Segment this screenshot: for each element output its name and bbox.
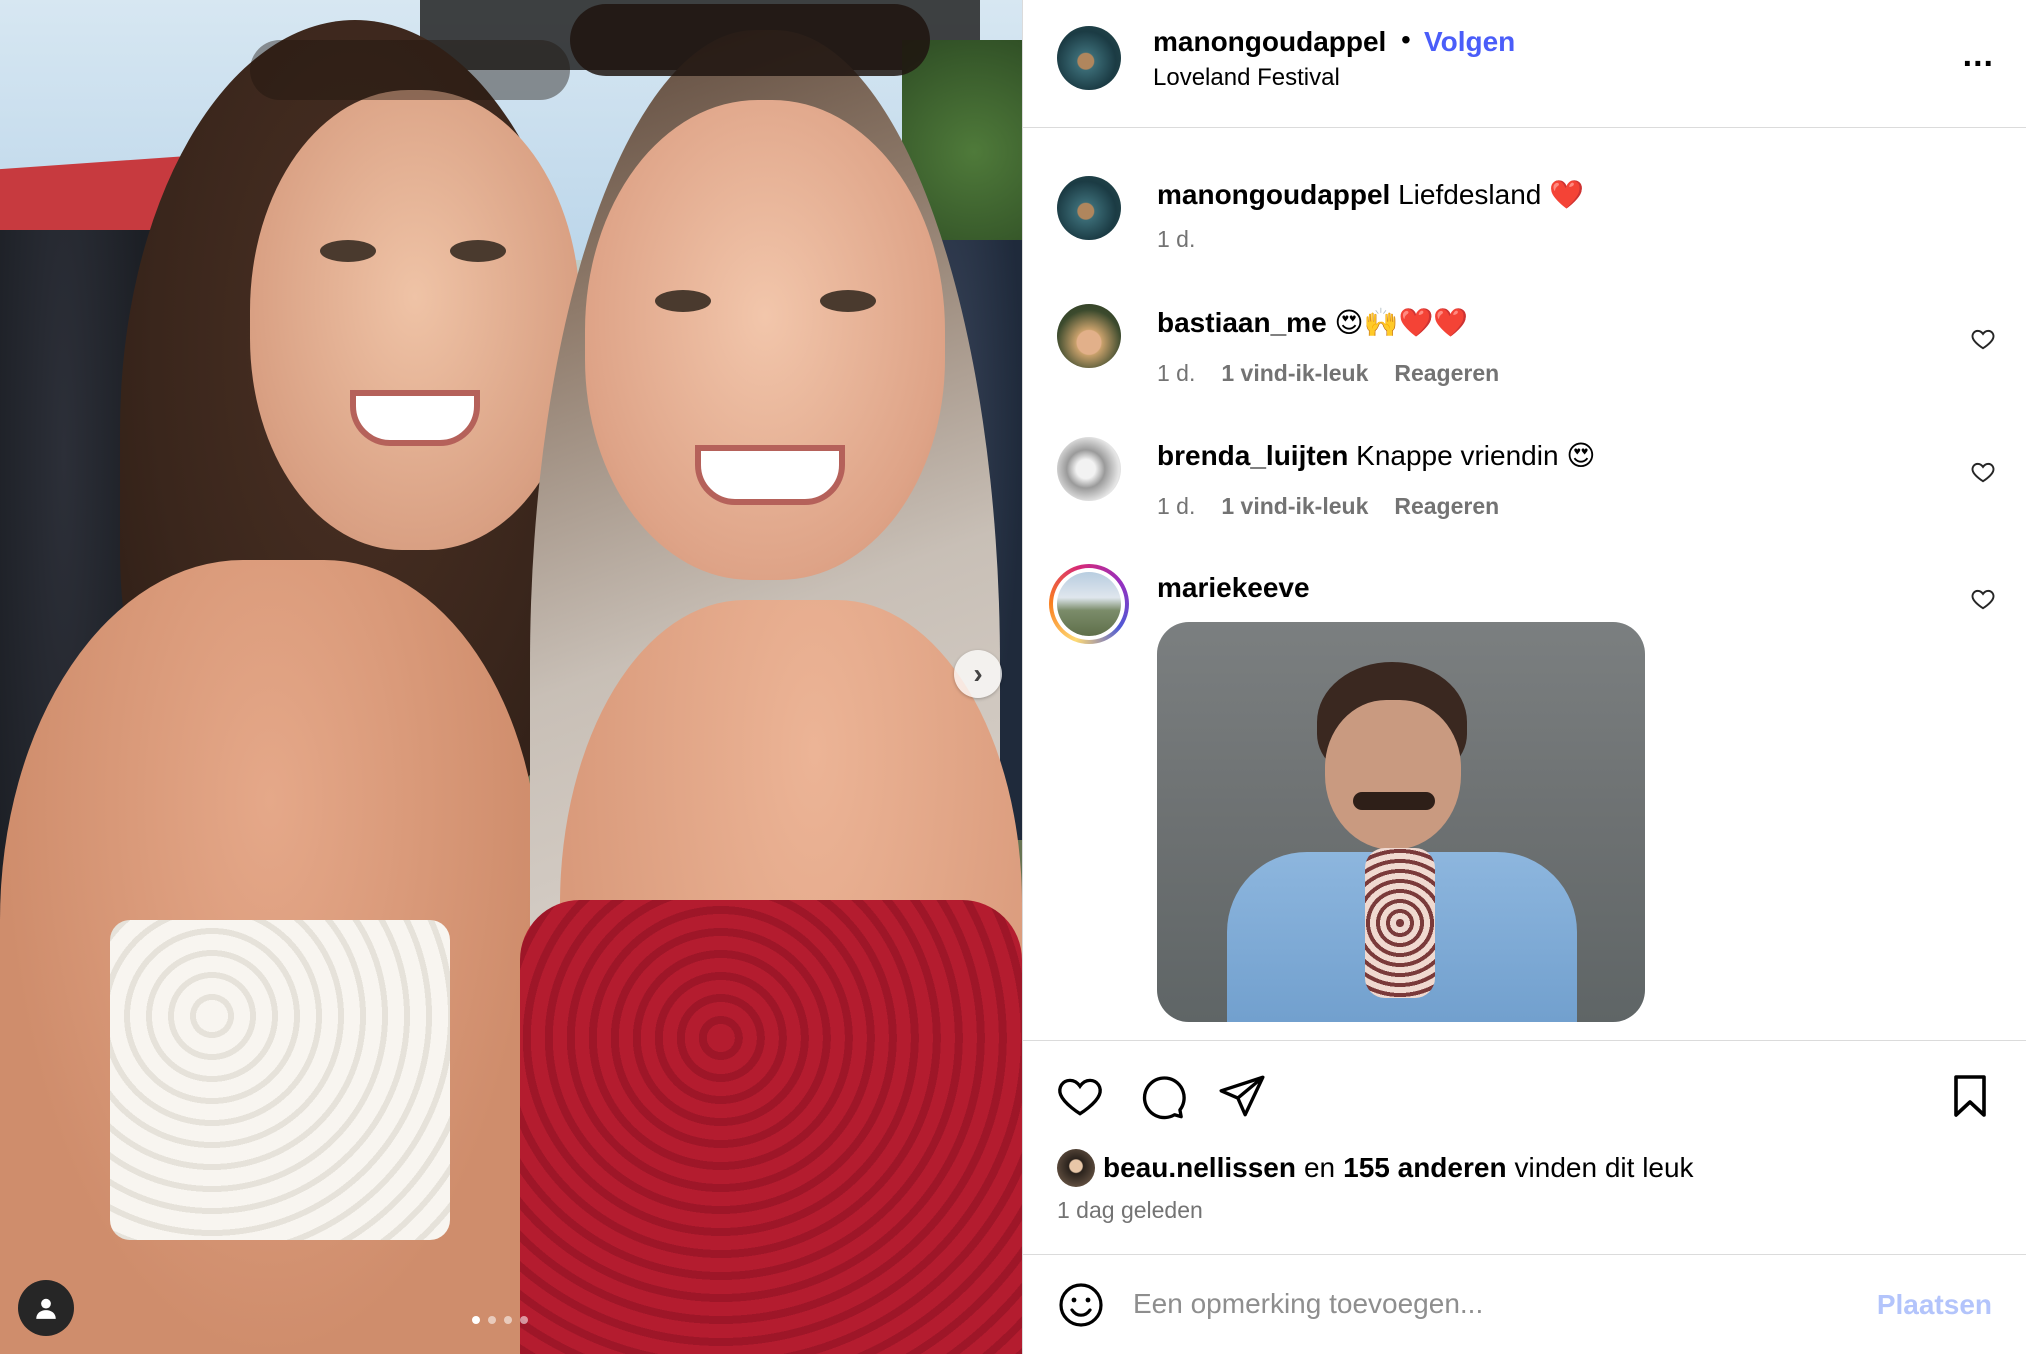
caption-author-avatar[interactable]	[1057, 176, 1121, 240]
liker-username[interactable]: beau.nellissen	[1103, 1152, 1296, 1184]
comment-text: 😍🙌❤️❤️	[1334, 307, 1469, 338]
comment-username[interactable]: bastiaan_me	[1157, 307, 1327, 338]
carousel-dot	[472, 1316, 480, 1324]
comment-heart-icon[interactable]	[1970, 326, 1996, 352]
carousel-dot	[520, 1316, 528, 1324]
separator-dot: •	[1401, 24, 1411, 55]
gif-figure-face	[1325, 700, 1461, 850]
comment-line: mariekeeve	[1157, 572, 1310, 604]
follow-button[interactable]: Volgen	[1424, 26, 1515, 58]
caption-meta: 1 d.	[1157, 226, 1195, 253]
photo-eye	[655, 290, 711, 312]
more-options-icon[interactable]: ...	[1963, 36, 1994, 75]
commenter-avatar[interactable]	[1057, 572, 1121, 636]
caption-time[interactable]: 1 d.	[1157, 226, 1195, 253]
commenter-avatar[interactable]	[1057, 437, 1121, 501]
comment-heart-icon[interactable]	[1970, 586, 1996, 612]
photo-smile	[350, 390, 480, 446]
comment-meta: 1 d. 1 vind-ik-leuk Reageren	[1157, 360, 1499, 387]
author-username[interactable]: manongoudappel	[1153, 26, 1386, 58]
comment-heart-icon[interactable]	[1970, 459, 1996, 485]
caption-text: Liefdesland ❤️	[1398, 179, 1584, 210]
photo-person-right-dress	[520, 900, 1022, 1354]
comment-bubble-icon[interactable]	[1137, 1071, 1187, 1121]
carousel-dots	[472, 1316, 528, 1324]
add-comment-bar: Plaatsen	[1023, 1254, 2026, 1354]
post-photo[interactable]: ›	[0, 0, 1022, 1354]
likes-connector: en	[1303, 1152, 1336, 1183]
reply-button[interactable]: Reageren	[1394, 493, 1499, 520]
comment-time[interactable]: 1 d.	[1157, 493, 1195, 520]
post-location[interactable]: Loveland Festival	[1153, 64, 1340, 92]
photo-person-right-face	[585, 100, 945, 580]
photo-eye	[320, 240, 376, 262]
comment-username[interactable]: brenda_luijten	[1157, 440, 1348, 471]
comment-time[interactable]: 1 d.	[1157, 360, 1195, 387]
photo-eye	[450, 240, 506, 262]
paper-plane-icon[interactable]	[1217, 1071, 1267, 1121]
heart-icon[interactable]	[1055, 1071, 1105, 1121]
likes-suffix: vinden dit leuk	[1514, 1152, 1694, 1183]
comment-text: Knappe vriendin 😍	[1356, 440, 1596, 471]
photo-person-left-face	[250, 90, 580, 550]
gif-figure-scarf	[1365, 848, 1435, 998]
smiley-icon[interactable]	[1057, 1281, 1105, 1329]
tagged-users-button[interactable]	[18, 1280, 74, 1336]
reply-button[interactable]: Reageren	[1394, 360, 1499, 387]
gif-figure-mustache	[1353, 792, 1435, 810]
carousel-next-button[interactable]: ›	[954, 650, 1002, 698]
photo-eye	[820, 290, 876, 312]
caption-line: manongoudappel Liefdesland ❤️	[1157, 178, 1584, 211]
post-header: manongoudappel • Volgen Loveland Festiva…	[1023, 0, 2026, 128]
comment-gif[interactable]	[1157, 622, 1645, 1022]
likes-others-count[interactable]: 155 anderen	[1343, 1152, 1506, 1184]
person-icon	[36, 1298, 56, 1319]
story-ring[interactable]	[1049, 564, 1129, 644]
photo-smile	[695, 445, 845, 505]
post-timestamp[interactable]: 1 dag geleden	[1057, 1197, 1203, 1224]
comment-line: brenda_luijten Knappe vriendin 😍	[1157, 439, 1596, 472]
photo-person-left-top	[110, 920, 450, 1240]
photo-sunglasses-left	[250, 40, 570, 100]
caption-username[interactable]: manongoudappel	[1157, 179, 1390, 210]
story-ring-inner	[1053, 568, 1125, 640]
comment-input[interactable]	[1133, 1279, 1773, 1329]
likes-summary: beau.nellissen en 155 anderen vinden dit…	[1057, 1149, 1694, 1187]
post-actions: beau.nellissen en 155 anderen vinden dit…	[1023, 1040, 2026, 1254]
comment-line: bastiaan_me 😍🙌❤️❤️	[1157, 306, 1468, 339]
commenter-avatar[interactable]	[1057, 304, 1121, 368]
bookmark-icon[interactable]	[1946, 1071, 1994, 1121]
comment-meta: 1 d. 1 vind-ik-leuk Reageren	[1157, 493, 1499, 520]
comment-likes-count[interactable]: 1 vind-ik-leuk	[1221, 360, 1368, 387]
carousel-dot	[504, 1316, 512, 1324]
liker-avatar[interactable]	[1057, 1149, 1095, 1187]
chevron-right-icon: ›	[973, 658, 983, 689]
comment-username[interactable]: mariekeeve	[1157, 572, 1310, 603]
photo-sunglasses-right	[570, 4, 930, 76]
comment-likes-count[interactable]: 1 vind-ik-leuk	[1221, 493, 1368, 520]
carousel-dot	[488, 1316, 496, 1324]
post-side-panel: manongoudappel • Volgen Loveland Festiva…	[1022, 0, 2026, 1354]
post-comment-button[interactable]: Plaatsen	[1877, 1289, 1992, 1321]
author-avatar[interactable]	[1057, 26, 1121, 90]
